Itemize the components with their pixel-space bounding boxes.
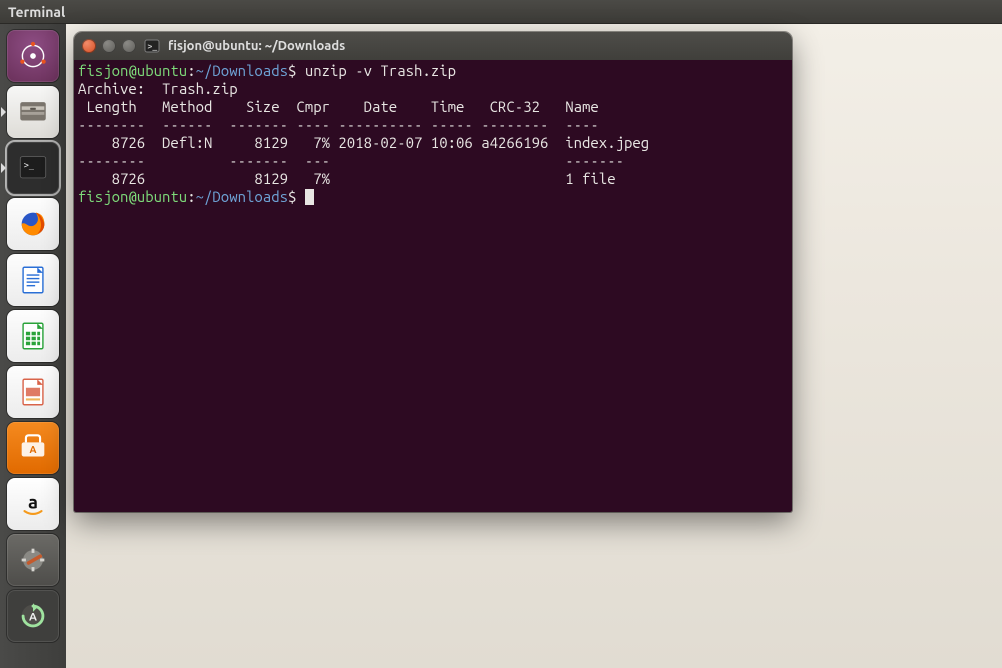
system-settings-icon <box>16 543 50 577</box>
command-text: unzip -v Trash.zip <box>305 62 456 79</box>
files-icon <box>16 95 50 129</box>
prompt-user: fisjon@ubuntu <box>78 62 187 79</box>
dash-icon <box>16 39 50 73</box>
running-indicator <box>1 107 6 117</box>
top-menubar: Terminal <box>0 0 1002 24</box>
prompt-path: ~/Downloads <box>196 62 288 79</box>
files-button[interactable] <box>7 86 59 138</box>
system-settings-button[interactable] <box>7 534 59 586</box>
prompt-user: fisjon@ubuntu <box>78 188 187 205</box>
unzip-row: 8726 Defl:N 8129 7% 2018-02-07 10:06 a42… <box>78 134 649 151</box>
window-button-group <box>82 39 136 53</box>
window-minimize-button[interactable] <box>102 39 116 53</box>
ubuntu-software-button[interactable]: A <box>7 422 59 474</box>
prompt-sep: : <box>187 62 195 79</box>
calc-button[interactable] <box>7 310 59 362</box>
firefox-button[interactable] <box>7 198 59 250</box>
unzip-header: Length Method Size Cmpr Date Time CRC-32… <box>78 98 599 115</box>
terminal-title-text: fisjon@ubuntu: ~/Downloads <box>168 39 345 53</box>
prompt-path: ~/Downloads <box>196 188 288 205</box>
unity-launcher: >_ <box>0 24 66 668</box>
libreoffice-writer-icon <box>16 263 50 297</box>
terminal-titlebar[interactable]: >_ fisjon@ubuntu: ~/Downloads <box>74 32 792 61</box>
terminal-cursor <box>305 189 314 205</box>
dash-button[interactable] <box>7 30 59 82</box>
svg-text:a: a <box>28 492 38 512</box>
running-indicator <box>1 163 6 173</box>
prompt-sep: : <box>187 188 195 205</box>
prompt-dollar: $ <box>288 62 305 79</box>
amazon-icon: a <box>16 487 50 521</box>
svg-text:A: A <box>29 610 37 623</box>
impress-button[interactable] <box>7 366 59 418</box>
terminal-icon: >_ <box>16 151 50 185</box>
svg-text:A: A <box>30 444 37 455</box>
software-updater-button[interactable]: A <box>7 590 59 642</box>
window-close-button[interactable] <box>82 39 96 53</box>
menubar-app-title: Terminal <box>8 4 65 20</box>
terminal-titlebar-icon: >_ <box>144 38 160 54</box>
unzip-rule-top: -------- ------ ------- ---- ---------- … <box>78 116 599 133</box>
terminal-button[interactable]: >_ <box>7 142 59 194</box>
unzip-rule-bottom: -------- ------- --- ------- <box>78 152 624 169</box>
software-updater-icon: A <box>16 599 50 633</box>
archive-name: Trash.zip <box>162 80 238 97</box>
ubuntu-software-icon: A <box>16 431 50 465</box>
libreoffice-calc-icon <box>16 319 50 353</box>
svg-text:>_: >_ <box>148 42 158 51</box>
window-maximize-button[interactable] <box>122 39 136 53</box>
writer-button[interactable] <box>7 254 59 306</box>
terminal-output[interactable]: fisjon@ubuntu:~/Downloads$ unzip -v Tras… <box>74 60 792 512</box>
amazon-button[interactable]: a <box>7 478 59 530</box>
terminal-window: >_ fisjon@ubuntu: ~/Downloads fisjon@ubu… <box>74 32 792 512</box>
firefox-icon <box>16 207 50 241</box>
archive-label: Archive: <box>78 80 162 97</box>
prompt-dollar: $ <box>288 188 305 205</box>
libreoffice-impress-icon <box>16 375 50 409</box>
unzip-total: 8726 8129 7% 1 file <box>78 170 616 187</box>
svg-text:>_: >_ <box>24 161 35 171</box>
